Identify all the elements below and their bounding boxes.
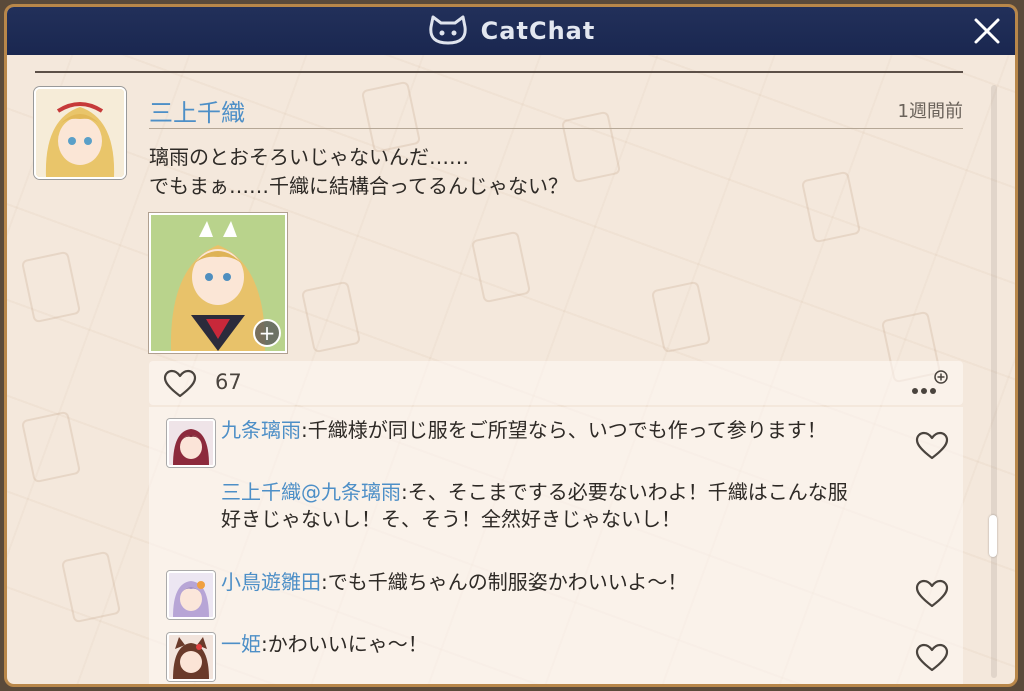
comment-author-name[interactable]: 三上千織@九条璃雨 xyxy=(221,480,401,504)
avatar-portrait xyxy=(36,89,124,177)
comment-text: 小鳥遊雛田:でも千織ちゃんの制服姿かわいいよ～！ xyxy=(221,569,867,596)
comment-avatar[interactable] xyxy=(167,571,215,619)
comment-text: 三上千織@九条璃雨:そ、そこまでする必要ないわよ！千織はこんな服好きじゃないし！… xyxy=(221,479,867,533)
comment-author-name[interactable]: 一姫 xyxy=(221,632,261,656)
comment-body: かわいいにゃ～！ xyxy=(267,632,428,656)
comment-author-name[interactable]: 九条璃雨 xyxy=(221,418,301,442)
zoom-plus-icon[interactable]: + xyxy=(253,319,281,347)
post-body-text: 璃雨のとおそろいじゃないんだ…… でもまぁ……千織に結構合ってるんじゃない？ xyxy=(149,145,568,198)
comment-body: でも千織ちゃんの制服姿かわいいよ～！ xyxy=(327,570,688,594)
catchat-window: CatChat 三上千織 1週間前 璃雨のとおそろいじゃないんだ…… でもまぁ…… xyxy=(4,4,1018,687)
title-bar: CatChat xyxy=(7,7,1015,55)
avatar-kujo-riu xyxy=(169,421,213,465)
comment-body: 千織様が同じ服をご所望なら、いつでも作って参ります！ xyxy=(307,418,827,442)
heart-outline-icon[interactable] xyxy=(915,431,949,461)
avatar-takanashi-hinata xyxy=(169,573,213,617)
post-header-rule xyxy=(149,128,963,129)
comment-separator: : xyxy=(401,480,408,504)
post-author-name[interactable]: 三上千織 xyxy=(149,93,245,128)
avatar-ichihime xyxy=(169,635,213,679)
scrollbar-track[interactable] xyxy=(991,85,997,678)
comment-text: 九条璃雨:千織様が同じ服をご所望なら、いつでも作って参ります！ xyxy=(221,417,867,444)
header-divider xyxy=(35,71,963,73)
more-options-icon[interactable] xyxy=(909,369,949,399)
reaction-bar: 67 xyxy=(149,361,963,405)
comment-separator: : xyxy=(321,570,328,594)
comment-separator: : xyxy=(261,632,268,656)
like-count: 67 xyxy=(215,370,242,394)
comment-list: 九条璃雨:千織様が同じ服をご所望なら、いつでも作って参ります！ 三上千織@九条璃… xyxy=(149,407,963,684)
cat-face-icon xyxy=(429,15,467,45)
heart-outline-icon[interactable] xyxy=(915,643,949,673)
comment-avatar[interactable] xyxy=(167,419,215,467)
scrollbar-thumb[interactable] xyxy=(989,515,997,557)
post-image[interactable]: + xyxy=(149,213,287,353)
comment-avatar[interactable] xyxy=(167,633,215,681)
app-title: CatChat xyxy=(480,17,596,45)
post-author-avatar[interactable] xyxy=(34,87,126,179)
brand: CatChat xyxy=(427,15,596,47)
close-icon xyxy=(974,18,1000,44)
comment-text: 一姫:かわいいにゃ～！ xyxy=(221,631,867,658)
comment-separator: : xyxy=(301,418,308,442)
heart-outline-icon[interactable] xyxy=(163,369,197,399)
post-timestamp: 1週間前 xyxy=(897,101,963,122)
heart-outline-icon[interactable] xyxy=(915,579,949,609)
comment-author-name[interactable]: 小鳥遊雛田 xyxy=(221,570,321,594)
close-button[interactable] xyxy=(969,13,1005,49)
